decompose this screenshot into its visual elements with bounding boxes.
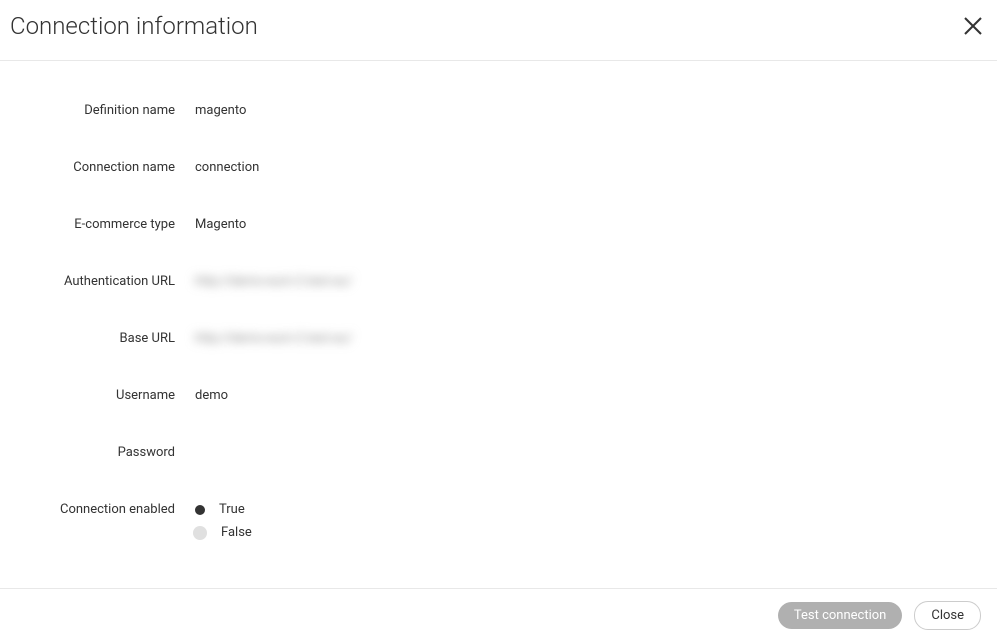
- field-ecommerce-type: E-commerce type Magento: [0, 215, 997, 232]
- test-connection-button[interactable]: Test connection: [778, 602, 903, 629]
- field-username: Username demo: [0, 386, 997, 403]
- label-ecommerce-type: E-commerce type: [0, 215, 195, 232]
- label-password: Password: [0, 443, 195, 460]
- value-authentication-url: http://demo-eurn-2.test.eu/: [195, 272, 352, 289]
- radio-group-connection-enabled: True False: [195, 502, 252, 540]
- field-authentication-url: Authentication URL http://demo-eurn-2.te…: [0, 272, 997, 289]
- radio-false-label: False: [221, 525, 252, 540]
- field-base-url: Base URL http://demo-eurn-2.test.eu/: [0, 329, 997, 346]
- label-base-url: Base URL: [0, 329, 195, 346]
- radio-dot-selected-icon: [195, 505, 205, 515]
- value-ecommerce-type: Magento: [195, 215, 246, 232]
- field-connection-enabled: Connection enabled True False: [0, 500, 997, 540]
- value-base-url: http://demo-eurn-2.test.eu/: [195, 329, 352, 346]
- value-connection-enabled: True False: [195, 500, 252, 540]
- radio-true-label: True: [219, 502, 245, 517]
- close-icon[interactable]: [959, 12, 987, 40]
- value-username: demo: [195, 386, 228, 403]
- field-connection-name: Connection name connection: [0, 158, 997, 175]
- field-definition-name: Definition name magento: [0, 101, 997, 118]
- label-username: Username: [0, 386, 195, 403]
- close-button[interactable]: Close: [914, 601, 981, 630]
- value-definition-name: magento: [195, 101, 246, 118]
- label-authentication-url: Authentication URL: [0, 272, 195, 289]
- radio-false[interactable]: False: [195, 525, 252, 540]
- form-content: Definition name magento Connection name …: [0, 61, 997, 540]
- dialog-header: Connection information: [0, 0, 997, 61]
- page-title: Connection information: [10, 12, 258, 40]
- label-connection-name: Connection name: [0, 158, 195, 175]
- value-connection-name: connection: [195, 158, 259, 175]
- radio-dot-unselected-icon: [193, 526, 207, 540]
- dialog-footer: Test connection Close: [0, 588, 997, 632]
- label-definition-name: Definition name: [0, 101, 195, 118]
- field-password: Password: [0, 443, 997, 460]
- radio-true[interactable]: True: [195, 502, 252, 517]
- label-connection-enabled: Connection enabled: [0, 500, 195, 517]
